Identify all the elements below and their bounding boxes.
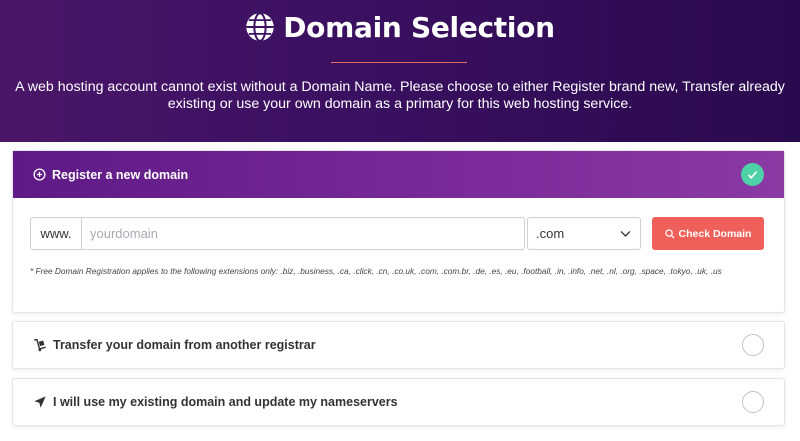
existing-domain-option[interactable]: I will use my existing domain and update… — [12, 378, 785, 426]
existing-domain-radio[interactable] — [742, 391, 764, 413]
transfer-domain-label: Transfer your domain from another regist… — [53, 338, 316, 352]
location-arrow-icon — [34, 396, 46, 408]
check-icon — [747, 171, 758, 179]
tld-dropdown[interactable]: .com — [527, 217, 641, 250]
register-domain-label: Register a new domain — [52, 167, 189, 182]
register-domain-card: Register a new domain www. .com Check Do… — [12, 150, 785, 313]
domain-name-input[interactable] — [81, 217, 525, 250]
check-domain-label: Check Domain — [678, 227, 752, 240]
transfer-domain-label-group: Transfer your domain from another regist… — [33, 338, 316, 352]
transfer-domain-option[interactable]: Transfer your domain from another regist… — [12, 321, 785, 369]
hand-truck-icon — [34, 339, 46, 352]
page-description: A web hosting account cannot exist witho… — [15, 79, 785, 112]
page-title-row: Domain Selection — [0, 8, 800, 46]
check-domain-button[interactable]: Check Domain — [652, 217, 764, 250]
globe-icon — [246, 12, 274, 42]
existing-domain-label-group: I will use my existing domain and update… — [33, 395, 398, 409]
search-icon — [664, 228, 675, 239]
selected-check[interactable] — [741, 163, 764, 186]
www-prefix: www. — [30, 217, 81, 250]
free-domain-note: * Free Domain Registration applies to th… — [30, 266, 722, 276]
register-domain-label-group: Register a new domain — [33, 168, 188, 182]
tld-selected-value: .com — [536, 226, 565, 241]
plus-circle-icon — [33, 168, 46, 181]
domain-selection-header: Domain Selection A web hosting account c… — [0, 0, 800, 142]
domain-search-row: www. .com Check Domain — [30, 217, 764, 250]
chevron-down-icon — [620, 231, 631, 237]
title-divider — [331, 62, 467, 63]
existing-domain-label: I will use my existing domain and update… — [53, 395, 398, 409]
page-title: Domain Selection — [283, 10, 555, 44]
transfer-domain-radio[interactable] — [742, 334, 764, 356]
register-domain-option[interactable]: Register a new domain — [13, 151, 784, 198]
